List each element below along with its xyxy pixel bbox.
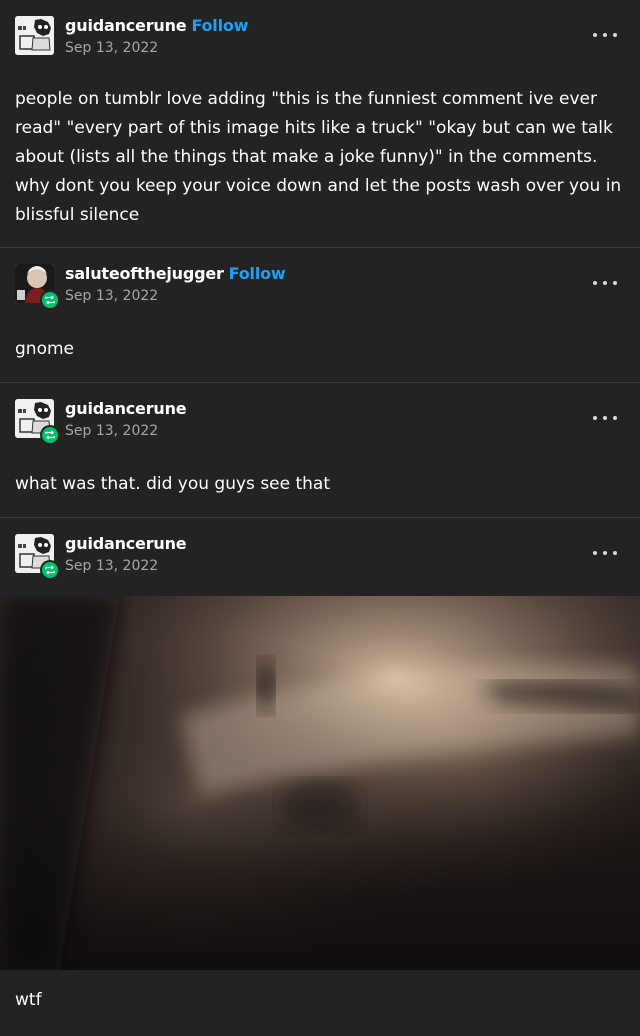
post-header: guidancerune Sep 13, 2022: [0, 383, 640, 453]
post-date: Sep 13, 2022: [65, 558, 159, 574]
post-2: saluteofthejugger Follow Sep 13, 2022 gno…: [0, 248, 640, 383]
post-author: guidancerune: [65, 399, 187, 418]
username-link[interactable]: guidancerune: [65, 399, 187, 418]
post-date: Sep 13, 2022: [65, 40, 159, 56]
username-link[interactable]: saluteofthejugger: [65, 264, 224, 283]
reblog-icon: [42, 292, 58, 308]
more-options-icon[interactable]: [592, 273, 618, 293]
post-1: guidancerune Follow Sep 13, 2022 people o…: [0, 0, 640, 248]
post-4: guidancerune Sep 13, 2022 wtf: [0, 518, 640, 1036]
more-options-icon[interactable]: [592, 408, 618, 428]
post-text: people on tumblr love adding "this is th…: [15, 89, 622, 225]
post-header: guidancerune Sep 13, 2022: [0, 518, 640, 596]
more-options-icon[interactable]: [592, 25, 618, 45]
post-author: guidancerune: [65, 534, 187, 553]
post-text: what was that. did you guys see that: [15, 474, 331, 494]
post-author: guidancerune Follow: [65, 16, 248, 35]
username-link[interactable]: guidancerune: [65, 16, 187, 35]
reblog-icon: [42, 427, 58, 443]
follow-button[interactable]: Follow: [191, 16, 248, 35]
follow-button[interactable]: Follow: [229, 264, 286, 283]
post-caption: wtf: [15, 990, 42, 1010]
post-photo[interactable]: [0, 596, 640, 970]
reblog-icon: [42, 562, 58, 578]
post-header: saluteofthejugger Follow Sep 13, 2022: [0, 248, 640, 318]
avatar[interactable]: [15, 16, 54, 55]
post-date: Sep 13, 2022: [65, 288, 159, 304]
post-author: saluteofthejugger Follow: [65, 264, 286, 283]
post-header: guidancerune Follow Sep 13, 2022: [0, 0, 640, 70]
username-link[interactable]: guidancerune: [65, 534, 187, 553]
post-date: Sep 13, 2022: [65, 423, 159, 439]
post-3: guidancerune Sep 13, 2022 what was that.…: [0, 383, 640, 518]
post-text: gnome: [15, 339, 74, 359]
more-options-icon[interactable]: [592, 543, 618, 563]
